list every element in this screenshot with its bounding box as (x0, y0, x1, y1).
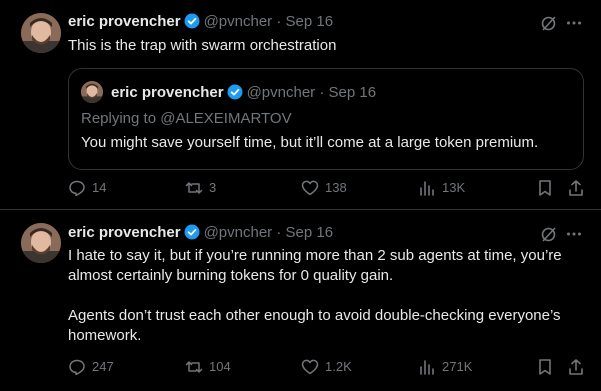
quote-header: eric provencher @pvncher · Sep 16 (111, 83, 376, 103)
more-icon[interactable] (563, 223, 585, 245)
view-count: 271K (442, 359, 473, 374)
repost-icon (185, 182, 203, 194)
avatar (81, 81, 103, 103)
replying-to: Replying to @ALEXEIMARTOV (81, 110, 292, 127)
like-button[interactable]: 138 (301, 178, 347, 198)
author-handle: @pvncher (246, 84, 316, 101)
tweet-date[interactable]: Sep 16 (286, 224, 334, 241)
verified-badge-icon (227, 84, 243, 100)
separator: · (276, 224, 282, 241)
author-name: eric provencher (111, 84, 224, 101)
text-line (68, 286, 583, 306)
tweet-header: eric provencher @pvncher · Sep 16 (68, 12, 333, 32)
like-icon (301, 359, 319, 375)
action-bar: 14 3 138 13K (68, 178, 588, 198)
author-name[interactable]: eric provencher (68, 224, 181, 241)
reply-count: 14 (92, 180, 107, 195)
separator: · (319, 84, 325, 101)
reply-icon (69, 359, 85, 376)
tweet-text: This is the trap with swarm orchestratio… (68, 37, 337, 54)
repost-button[interactable]: 104 (185, 357, 231, 377)
like-count: 138 (325, 180, 347, 195)
more-icon[interactable] (563, 12, 585, 34)
bookmark-icon (539, 359, 551, 375)
grok-icon[interactable] (538, 223, 560, 245)
reply-icon (69, 180, 85, 197)
views-icon (420, 360, 434, 375)
reply-button[interactable]: 14 (68, 178, 106, 198)
separator: · (276, 13, 282, 30)
verified-badge-icon (184, 224, 200, 240)
avatar[interactable] (21, 223, 61, 263)
like-icon (301, 180, 319, 196)
bookmark-button[interactable] (536, 357, 560, 377)
view-count: 13K (442, 180, 466, 195)
share-button[interactable] (567, 178, 591, 198)
tweet[interactable]: eric provencher @pvncher · Sep 16 I hate … (0, 210, 601, 391)
reply-button[interactable]: 247 (68, 357, 114, 377)
grok-icon[interactable] (538, 12, 560, 34)
tweet[interactable]: eric provencher @pvncher · Sep 16 This is… (0, 0, 601, 210)
tweet-date[interactable]: Sep 16 (286, 13, 334, 30)
tweet-date: Sep 16 (328, 84, 377, 101)
text-line: almost certainly burning tokens for 0 qu… (68, 267, 394, 284)
bookmark-button[interactable] (536, 178, 560, 198)
author-handle[interactable]: @pvncher (204, 13, 273, 30)
views-icon (420, 181, 434, 196)
repost-count: 3 (209, 180, 217, 195)
text-line: homework. (68, 327, 142, 344)
text-line: I hate to say it, but if you’re running … (68, 247, 562, 264)
like-button[interactable]: 1.2K (301, 357, 352, 377)
views-button[interactable]: 13K (418, 178, 465, 198)
author-name[interactable]: eric provencher (68, 13, 181, 30)
author-handle[interactable]: @pvncher (204, 224, 273, 241)
quote-text: You might save yourself time, but it’ll … (81, 134, 539, 151)
share-button[interactable] (567, 357, 591, 377)
repost-button[interactable]: 3 (185, 178, 216, 198)
views-button[interactable]: 271K (418, 357, 472, 377)
repost-count: 104 (209, 359, 231, 374)
like-count: 1.2K (325, 359, 352, 374)
text-line: Agents don’t trust each other enough to … (68, 307, 561, 324)
share-icon (569, 359, 583, 375)
avatar[interactable] (21, 13, 61, 53)
bookmark-icon (539, 180, 551, 196)
share-icon (569, 180, 583, 196)
action-bar: 247 104 1.2K 271K (68, 357, 588, 377)
tweet-text: I hate to say it, but if you’re running … (68, 246, 583, 346)
verified-badge-icon (184, 13, 200, 29)
repost-icon (185, 361, 203, 373)
tweet-header: eric provencher @pvncher · Sep 16 (68, 223, 333, 243)
quoted-tweet[interactable]: eric provencher @pvncher · Sep 16 Replyin… (68, 68, 584, 170)
reply-count: 247 (92, 359, 114, 374)
